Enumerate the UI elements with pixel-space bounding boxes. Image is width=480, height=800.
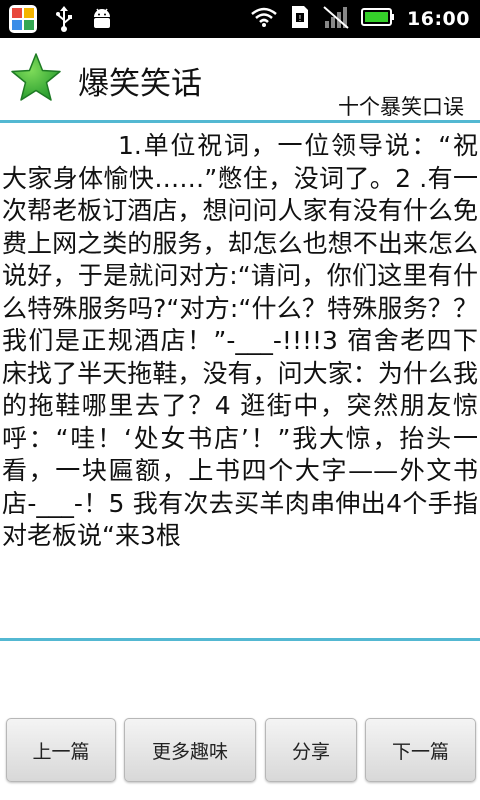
star-icon [9,51,63,109]
article-title: 十个暴笑口误 [338,95,464,119]
app-header: 爆笑笑话 十个暴笑口误 [0,38,480,120]
header-divider [0,120,480,123]
content-divider [0,638,480,641]
sd-card-icon: ! [289,5,311,33]
usb-icon [54,6,74,36]
status-bar: ! 16:00 [0,0,480,38]
signal-icon [323,5,349,33]
svg-text:!: ! [298,14,301,23]
more-fun-button[interactable]: 更多趣味 [124,718,256,782]
article-content[interactable]: 1.单位祝词，一位领导说：“祝大家身体愉快……”憋住，没词了。2 .有一次帮老板… [0,130,480,620]
app-title: 爆笑笑话 [78,66,202,102]
battery-icon [361,7,395,31]
android-debug-icon [90,6,114,36]
status-bar-left [8,4,114,38]
previous-article-button[interactable]: 上一篇 [6,718,116,782]
status-bar-right: ! 16:00 [251,4,470,34]
next-article-button[interactable]: 下一篇 [365,718,476,782]
article-text: 1.单位祝词，一位领导说：“祝大家身体愉快……”憋住，没词了。2 .有一次帮老板… [2,131,478,550]
clock: 16:00 [407,8,470,30]
share-button[interactable]: 分享 [265,718,357,782]
wifi-icon [251,6,277,32]
app-icon [8,4,38,38]
